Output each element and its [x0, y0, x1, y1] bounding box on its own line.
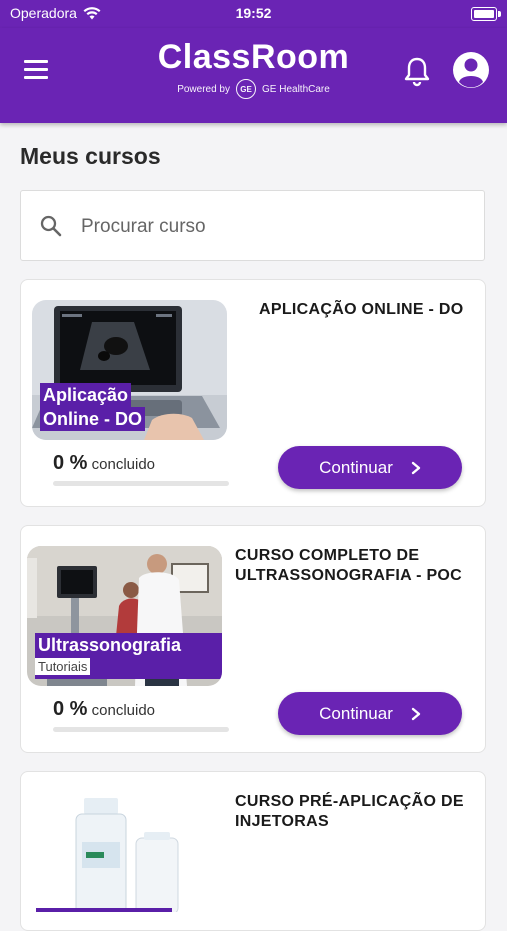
course-title-line: CURSO COMPLETO DE — [235, 547, 420, 564]
progress-text: 0 % concluido — [53, 698, 155, 721]
continue-label: Continuar — [319, 457, 393, 477]
course-thumbnail[interactable] — [32, 792, 227, 912]
continue-label: Continuar — [319, 703, 393, 723]
progress-text: 0 % concluido — [53, 452, 155, 475]
course-card[interactable]: Aplicação Online - DO APLICAÇÃO ONLINE -… — [20, 279, 486, 507]
app-header: ClassRoom Powered by GE GE HealthCare — [0, 28, 507, 123]
course-title: CURSO COMPLETO DE ULTRASSONOGRAFIA - POC — [235, 546, 462, 586]
course-title-line: INJETORAS — [235, 813, 329, 830]
progress-value: 0 % — [53, 698, 88, 720]
course-title-line: CURSO PRÉ-APLICAÇÃO DE — [235, 793, 464, 810]
progress-bar — [53, 727, 229, 732]
partner-name: GE HealthCare — [262, 83, 330, 95]
progress-value: 0 % — [53, 452, 88, 474]
course-card[interactable]: CURSO PRÉ-APLICAÇÃO DE INJETORAS — [20, 771, 486, 931]
continue-button[interactable]: Continuar — [278, 692, 462, 735]
course-thumbnail[interactable]: Aplicação Online - DO — [32, 300, 227, 440]
ge-logo-icon: GE — [236, 79, 256, 99]
search-box[interactable] — [20, 190, 485, 261]
search-icon — [40, 215, 62, 237]
course-title: CURSO PRÉ-APLICAÇÃO DE INJETORAS — [235, 792, 464, 832]
status-bar: Operadora 19:52 — [0, 0, 507, 28]
chevron-right-icon — [411, 707, 421, 720]
progress-label: concluido — [91, 702, 156, 719]
thumbnail-label: Online - DO — [40, 407, 145, 431]
thumbnail-tag: Tutoriais — [35, 658, 91, 675]
battery-icon — [471, 7, 501, 21]
course-title-line: ULTRASSONOGRAFIA - POC — [235, 567, 463, 584]
clock: 19:52 — [235, 5, 272, 21]
page-title: Meus cursos — [20, 143, 161, 169]
powered-by-text: Powered by — [177, 83, 230, 95]
bell-icon[interactable] — [402, 55, 432, 87]
progress-bar — [53, 481, 229, 486]
continue-button[interactable]: Continuar — [278, 446, 462, 489]
search-input[interactable] — [79, 209, 473, 245]
user-avatar-icon[interactable] — [453, 52, 489, 88]
thumbnail-label: Aplicação — [40, 383, 132, 407]
progress-label: concluido — [91, 456, 156, 473]
injector-bottles-image — [32, 792, 227, 912]
chevron-right-icon — [411, 461, 421, 474]
course-thumbnail[interactable]: Ultrassonografia PoC Tutoriais — [27, 546, 222, 686]
course-card[interactable]: Ultrassonografia PoC Tutoriais CURSO COM… — [20, 525, 486, 753]
course-title: APLICAÇÃO ONLINE - DO — [259, 301, 464, 318]
